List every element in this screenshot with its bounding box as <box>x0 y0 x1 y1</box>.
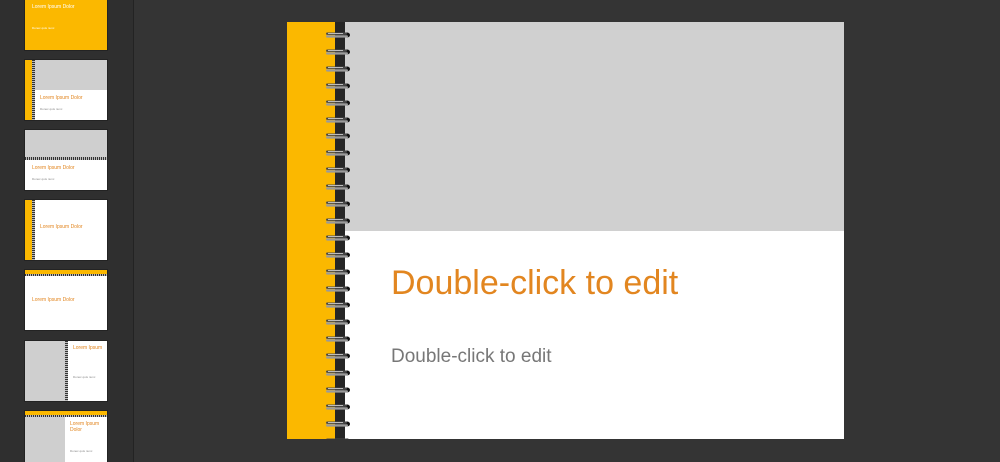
thumbnail-photo <box>25 341 65 401</box>
thumbnail-title: Lorem Ipsum Dolor <box>70 421 100 433</box>
spiral-coil <box>325 403 357 411</box>
thumbnail-spiral <box>65 341 68 401</box>
spiral-coil <box>325 99 357 107</box>
thumbnail-title: Lorem Ipsum Dolor <box>32 4 75 10</box>
thumbnail-title: Lorem Ipsum <box>73 345 103 351</box>
spiral-coil <box>325 268 357 276</box>
thumbnail-subtitle: Donec quis nunc <box>40 107 63 111</box>
thumbnail-title: Lorem Ipsum Dolor <box>40 95 83 101</box>
thumbnail-subtitle: Donec quis nunc <box>70 449 93 453</box>
spiral-coil <box>325 335 357 343</box>
slide-thumbnail-1[interactable]: Lorem Ipsum Dolor Donec quis nunc <box>25 0 107 50</box>
slide-thumbnail-4[interactable]: Lorem Ipsum Dolor <box>25 200 107 260</box>
slide-thumbnail-2[interactable]: Lorem Ipsum Dolor Donec quis nunc <box>25 60 107 120</box>
slide-thumbnail-7[interactable]: Lorem Ipsum Dolor Donec quis nunc <box>25 411 107 462</box>
spiral-coil <box>325 251 357 259</box>
spiral-coil <box>325 234 357 242</box>
title-placeholder[interactable]: Double-click to edit <box>391 264 678 303</box>
spiral-coil <box>325 437 357 439</box>
thumbnail-subtitle: Donec quis nunc <box>32 26 55 30</box>
thumbnail-photo <box>25 130 107 158</box>
spiral-coil <box>325 420 357 428</box>
spiral-coil <box>325 166 357 174</box>
thumbnail-title: Lorem Ipsum Dolor <box>32 165 75 171</box>
body-placeholder[interactable]: Double-click to edit <box>391 346 552 368</box>
thumbnail-title: Lorem Ipsum Dolor <box>32 297 75 303</box>
current-slide[interactable]: Double-click to edit Double-click to edi… <box>287 22 844 439</box>
spiral-coil <box>325 386 357 394</box>
spiral-coil <box>325 116 357 124</box>
spiral-coil <box>325 352 357 360</box>
spiral-coil <box>325 149 357 157</box>
thumbnail-spiral <box>32 200 35 260</box>
spiral-coil <box>325 82 357 90</box>
thumbnail-subtitle: Donec quis nunc <box>73 375 96 379</box>
slide-thumbnail-6[interactable]: Lorem Ipsum Donec quis nunc <box>25 341 107 401</box>
spiral-coil <box>325 31 357 39</box>
spiral-coil <box>325 285 357 293</box>
spiral-coil <box>325 183 357 191</box>
spiral-coil <box>325 65 357 73</box>
slide-canvas[interactable]: Double-click to edit Double-click to edi… <box>134 0 1000 462</box>
thumbnail-photo <box>25 417 65 462</box>
spiral-coil <box>325 132 357 140</box>
thumbnail-title: Lorem Ipsum Dolor <box>40 224 83 230</box>
thumbnail-spiral <box>32 60 35 120</box>
thumbnail-subtitle: Donec quis nunc <box>32 177 55 181</box>
thumbnail-photo <box>35 60 107 90</box>
slide-thumbnail-3[interactable]: Lorem Ipsum Dolor Donec quis nunc <box>25 130 107 190</box>
photo-placeholder[interactable] <box>287 22 844 231</box>
spiral-coil <box>325 48 357 56</box>
slide-navigator[interactable]: Lorem Ipsum Dolor Donec quis nunc Lorem … <box>0 0 134 462</box>
spiral-coil <box>325 318 357 326</box>
slide-thumbnail-5[interactable]: Lorem Ipsum Dolor <box>25 270 107 330</box>
spiral-coil <box>325 369 357 377</box>
thumbnail-spiral <box>25 274 107 276</box>
thumbnail-spiral <box>25 157 107 160</box>
spiral-coil <box>325 217 357 225</box>
spiral-coil <box>325 301 357 309</box>
spiral-coil <box>325 200 357 208</box>
